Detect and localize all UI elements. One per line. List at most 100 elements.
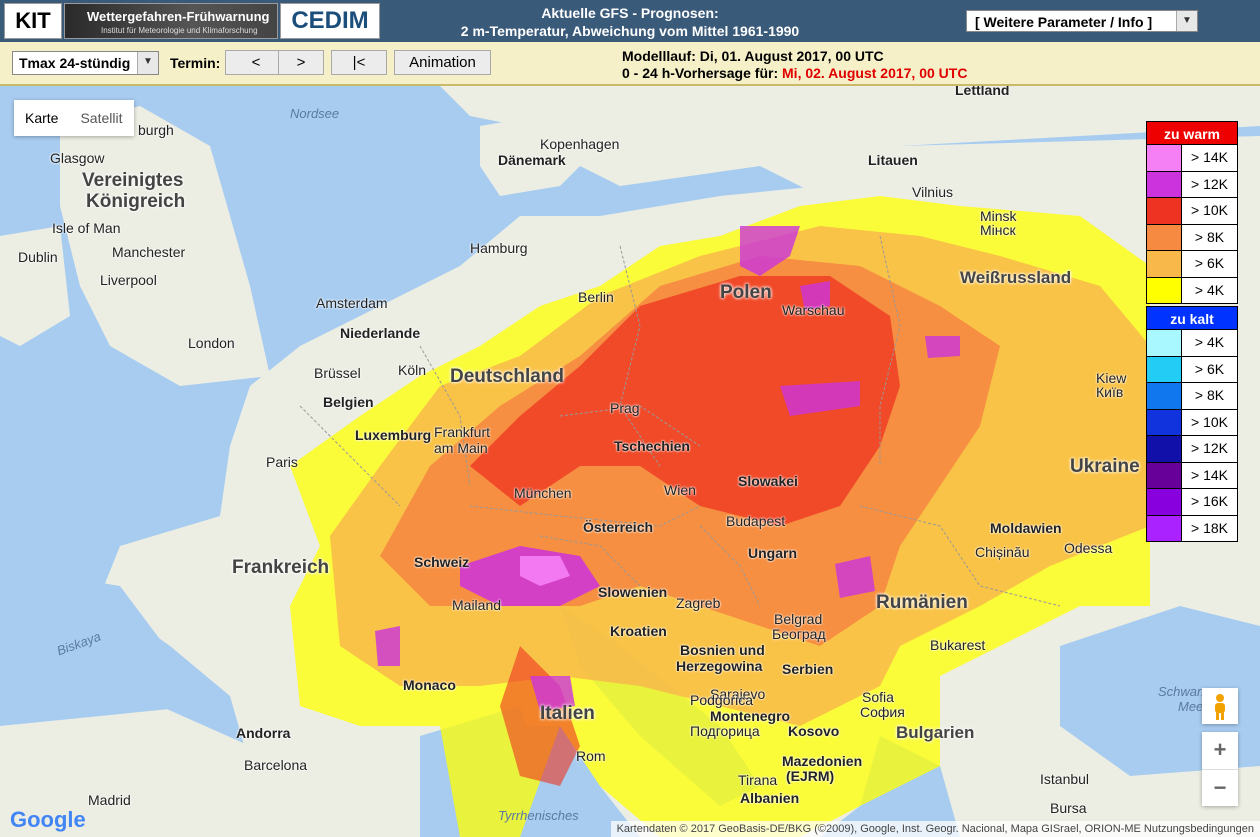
legend-warm-swatch xyxy=(1147,277,1181,303)
next-button[interactable]: > xyxy=(278,50,324,75)
city-label-tirana: Tirana xyxy=(738,772,778,788)
legend-cold-swatch xyxy=(1147,330,1181,356)
chevron-down-icon[interactable]: ▼ xyxy=(137,52,158,74)
country-label-kroatien: Kroatien xyxy=(610,623,667,639)
country-label-andorra: Andorra xyxy=(236,725,291,741)
legend-cold-row: > 10K xyxy=(1146,409,1238,436)
city-label-london: London xyxy=(188,335,235,351)
street-view-pegman-icon[interactable] xyxy=(1202,688,1238,724)
country-label-oesterreich: Österreich xyxy=(583,519,654,535)
country-label-slowakei: Slowakei xyxy=(738,473,798,489)
country-label-daenemark: Dänemark xyxy=(498,152,566,168)
page-title: Aktuelle GFS - Prognosen: 2 m-Temperatur… xyxy=(430,4,830,40)
country-label-italien: Italien xyxy=(540,703,595,724)
city-label-manchester: Manchester xyxy=(112,244,186,260)
legend-cold-label: > 14K xyxy=(1181,462,1237,488)
country-label-moldawien: Moldawien xyxy=(990,520,1062,536)
city-label-isle-of-man: Isle of Man xyxy=(52,220,121,236)
country-label-albanien: Albanien xyxy=(740,790,800,806)
country-label-polen: Polen xyxy=(720,282,772,303)
variable-select[interactable]: Tmax 24-stündig ▼ xyxy=(12,51,159,75)
city-label-istanbul: Istanbul xyxy=(1040,771,1090,787)
country-label-vk: Vereinigtes xyxy=(82,170,184,191)
legend-cold-swatch xyxy=(1147,383,1181,409)
parameter-select-value: [ Weitere Parameter / Info ] xyxy=(975,14,1153,30)
animation-button[interactable]: Animation xyxy=(394,50,491,75)
termin-label: Termin: xyxy=(170,55,221,71)
country-label-rumaenien: Rumänien xyxy=(876,592,968,613)
legend-warm-label: > 4K xyxy=(1181,277,1237,303)
model-run-info: Modelllauf: Di, 01. August 2017, 00 UTC … xyxy=(622,48,967,82)
legend-warm-swatch xyxy=(1147,171,1181,197)
wettergefahren-logo[interactable]: Wettergefahren-Frühwarnung Institut für … xyxy=(64,3,278,39)
legend-warm-row: > 14K xyxy=(1146,145,1238,172)
city-label-burgh: burgh xyxy=(138,122,174,138)
anomaly-12k-belarus xyxy=(925,336,960,358)
city-label-odessa: Odessa xyxy=(1064,540,1113,556)
city-label-liverpool: Liverpool xyxy=(100,272,157,288)
city-label-glasgow: Glasgow xyxy=(50,150,105,166)
country-label-monaco: Monaco xyxy=(403,677,456,693)
country-label-bosnien: Bosnien und xyxy=(680,642,765,658)
country-label-tschechien: Tschechien xyxy=(614,438,690,454)
map-attribution[interactable]: Kartendaten © 2017 GeoBasis-DE/BKG (©200… xyxy=(610,821,1260,837)
legend-warm-label: > 12K xyxy=(1181,171,1237,197)
cedim-logo[interactable]: CEDIM xyxy=(280,3,380,39)
city-label-warschau: Warschau xyxy=(782,302,845,318)
zoom-in-button[interactable]: + xyxy=(1202,732,1238,770)
country-label-vk2: Königreich xyxy=(86,191,186,212)
country-label-ukraine: Ukraine xyxy=(1070,456,1140,477)
first-button[interactable]: |< xyxy=(331,50,387,75)
city-label-amsterdam: Amsterdam xyxy=(316,295,388,311)
legend-warm-label: > 10K xyxy=(1181,198,1237,224)
zoom-out-button[interactable]: − xyxy=(1202,770,1238,807)
map-type-karte[interactable]: Karte xyxy=(14,100,69,136)
legend-cold-label: > 4K xyxy=(1181,330,1237,356)
legend-warm-swatch xyxy=(1147,198,1181,224)
sea-label-nordsee: Nordsee xyxy=(290,106,340,121)
country-label-lettland: Lettland xyxy=(955,86,1010,98)
legend-cold-label: > 12K xyxy=(1181,436,1237,462)
map[interactable]: Nordsee Biskaya Tyrrhenisches Schwarzes … xyxy=(0,86,1260,837)
legend-warm-swatch xyxy=(1147,251,1181,277)
country-label-belgien: Belgien xyxy=(323,394,374,410)
city-label-barcelona: Barcelona xyxy=(244,757,308,773)
legend-cold-row: > 12K xyxy=(1146,436,1238,463)
city-label-koeln: Köln xyxy=(398,362,427,378)
legend-cold-row: > 14K xyxy=(1146,462,1238,489)
map-type-satellit[interactable]: Satellit xyxy=(69,100,133,136)
city-label-muenchen: München xyxy=(514,485,572,501)
city-label-belgrad: Belgrad xyxy=(774,611,823,627)
legend-cold-label: > 8K xyxy=(1181,383,1237,409)
legend-warm-label: > 8K xyxy=(1181,224,1237,250)
legend-warm-swatch xyxy=(1147,224,1181,250)
kit-logo[interactable]: KIT xyxy=(4,3,62,39)
city-label-podgorica: Podgorica xyxy=(690,692,754,708)
logo-subtitle: Institut für Meteorologie und Klimaforsc… xyxy=(101,26,258,35)
city-label-paris: Paris xyxy=(266,454,298,470)
legend-cold-label: > 18K xyxy=(1181,515,1237,541)
city-label-hamburg: Hamburg xyxy=(470,240,528,256)
google-logo[interactable]: Google xyxy=(10,807,86,833)
legend-cold-swatch xyxy=(1147,409,1181,435)
modelllauf-text: Modelllauf: Di, 01. August 2017, 00 UTC xyxy=(622,48,884,64)
city-label-zagreb: Zagreb xyxy=(676,595,721,611)
country-label-serbien: Serbien xyxy=(782,661,834,677)
legend-cold-row: > 8K xyxy=(1146,383,1238,410)
parameter-select[interactable]: [ Weitere Parameter / Info ] ▼ xyxy=(966,10,1198,32)
city-label-minsk-cyr: Мінск xyxy=(980,222,1016,238)
city-label-podgorica-cyr: Подгорица xyxy=(690,723,760,739)
city-label-rom: Rom xyxy=(576,748,606,764)
country-label-bulgarien: Bulgarien xyxy=(896,723,975,742)
legend-cold-swatch xyxy=(1147,436,1181,462)
legend-warm-title: zu warm xyxy=(1146,121,1238,145)
city-label-frankfurt-am-main: am Main xyxy=(434,440,488,456)
legend-cold-row: > 18K xyxy=(1146,515,1238,542)
legend-cold-label: > 6K xyxy=(1181,356,1237,382)
country-label-mazedonien: Mazedonien xyxy=(782,753,863,769)
country-label-ungarn: Ungarn xyxy=(748,545,797,561)
country-label-deutschland: Deutschland xyxy=(450,366,565,387)
chevron-down-icon[interactable]: ▼ xyxy=(1176,11,1197,31)
legend-warm-rows: > 14K > 12K > 10K > 8K > 6K > 4K xyxy=(1146,145,1238,304)
title-line-1: Aktuelle GFS - Prognosen: xyxy=(541,5,719,21)
